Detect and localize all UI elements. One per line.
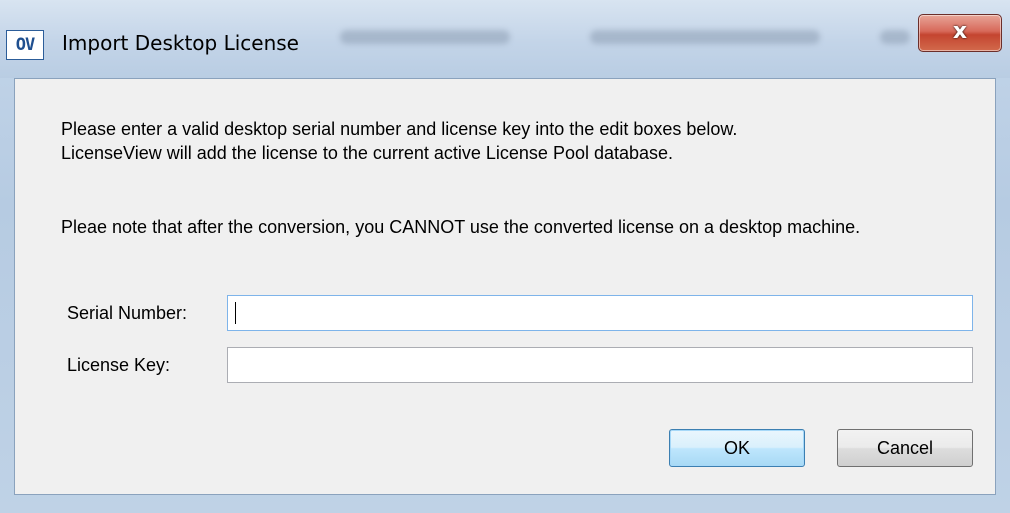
background-blur-3 <box>880 30 910 44</box>
license-key-input[interactable] <box>227 347 973 383</box>
background-blur-1 <box>340 30 510 44</box>
dialog-window: OV Import Desktop License x Please enter… <box>0 0 1010 513</box>
close-button[interactable]: x <box>918 14 1002 52</box>
instructions-text: Please enter a valid desktop serial numb… <box>61 117 961 165</box>
serial-number-input[interactable] <box>227 295 973 331</box>
dialog-content: Please enter a valid desktop serial numb… <box>14 78 996 495</box>
cancel-button[interactable]: Cancel <box>837 429 973 467</box>
warning-text: Pleae note that after the conversion, yo… <box>61 217 861 237</box>
serial-number-label: Serial Number: <box>67 303 188 323</box>
title-bar[interactable]: OV Import Desktop License x <box>0 0 1010 78</box>
text-caret <box>235 302 236 324</box>
instructions-line-1: Please enter a valid desktop serial numb… <box>61 119 738 139</box>
app-icon: OV <box>6 30 44 60</box>
window-title: Import Desktop License <box>62 31 299 55</box>
background-blur-2 <box>590 30 820 44</box>
ok-button[interactable]: OK <box>669 429 805 467</box>
instructions-line-2: LicenseView will add the license to the … <box>61 143 674 163</box>
license-key-label: License Key: <box>67 355 171 375</box>
